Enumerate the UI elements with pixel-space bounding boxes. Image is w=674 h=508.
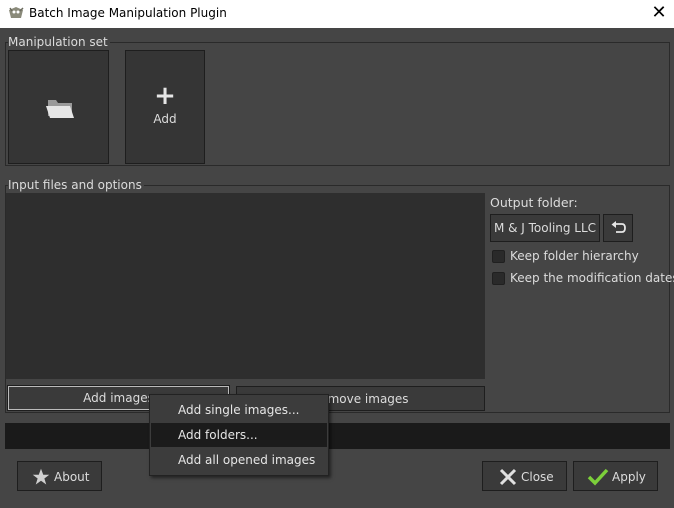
apply-label: Apply bbox=[612, 470, 646, 484]
menu-item-add-all-opened-images[interactable]: Add all opened images bbox=[151, 448, 327, 472]
output-folder-value: M & J Tooling LLC bbox=[493, 221, 597, 235]
reset-folder-button[interactable] bbox=[603, 214, 633, 242]
input-files-title: Input files and options bbox=[8, 178, 144, 192]
about-label: About bbox=[54, 470, 90, 484]
gimp-icon bbox=[9, 7, 24, 18]
x-icon bbox=[499, 468, 517, 486]
output-folder-button[interactable]: M & J Tooling LLC bbox=[490, 214, 600, 242]
close-label: Close bbox=[521, 470, 554, 484]
output-folder-label: Output folder: bbox=[490, 195, 578, 210]
keep-dates-label: Keep the modification dates bbox=[510, 271, 674, 285]
title-bar: Batch Image Manipulation Plugin ✕ bbox=[0, 0, 674, 28]
close-button[interactable]: Close bbox=[482, 461, 567, 491]
progress-bar bbox=[5, 423, 670, 449]
add-images-label: Add images bbox=[83, 391, 154, 405]
about-button[interactable]: About bbox=[17, 461, 102, 491]
apply-button[interactable]: Apply bbox=[573, 461, 658, 491]
file-list[interactable] bbox=[6, 193, 485, 379]
menu-item-add-folders[interactable]: Add folders... bbox=[151, 423, 327, 447]
add-images-menu: Add single images... Add folders... Add … bbox=[149, 394, 329, 476]
menu-item-add-single-images[interactable]: Add single images... bbox=[151, 398, 327, 422]
keep-dates-checkbox[interactable] bbox=[492, 272, 505, 285]
add-label: Add bbox=[153, 112, 177, 126]
folder-icon bbox=[46, 100, 74, 118]
keep-hierarchy-checkbox[interactable] bbox=[492, 250, 505, 263]
manipulation-set-title: Manipulation set bbox=[8, 35, 110, 49]
close-window-button[interactable]: ✕ bbox=[646, 2, 672, 26]
star-icon bbox=[32, 468, 50, 485]
window-title: Batch Image Manipulation Plugin bbox=[29, 6, 227, 20]
manipulation-item-button[interactable] bbox=[8, 50, 109, 164]
plus-icon: + bbox=[154, 81, 176, 111]
add-manipulation-button[interactable]: + Add bbox=[125, 50, 205, 164]
keep-hierarchy-label: Keep folder hierarchy bbox=[510, 249, 639, 263]
undo-icon bbox=[611, 221, 626, 233]
checkmark-icon bbox=[587, 468, 609, 486]
